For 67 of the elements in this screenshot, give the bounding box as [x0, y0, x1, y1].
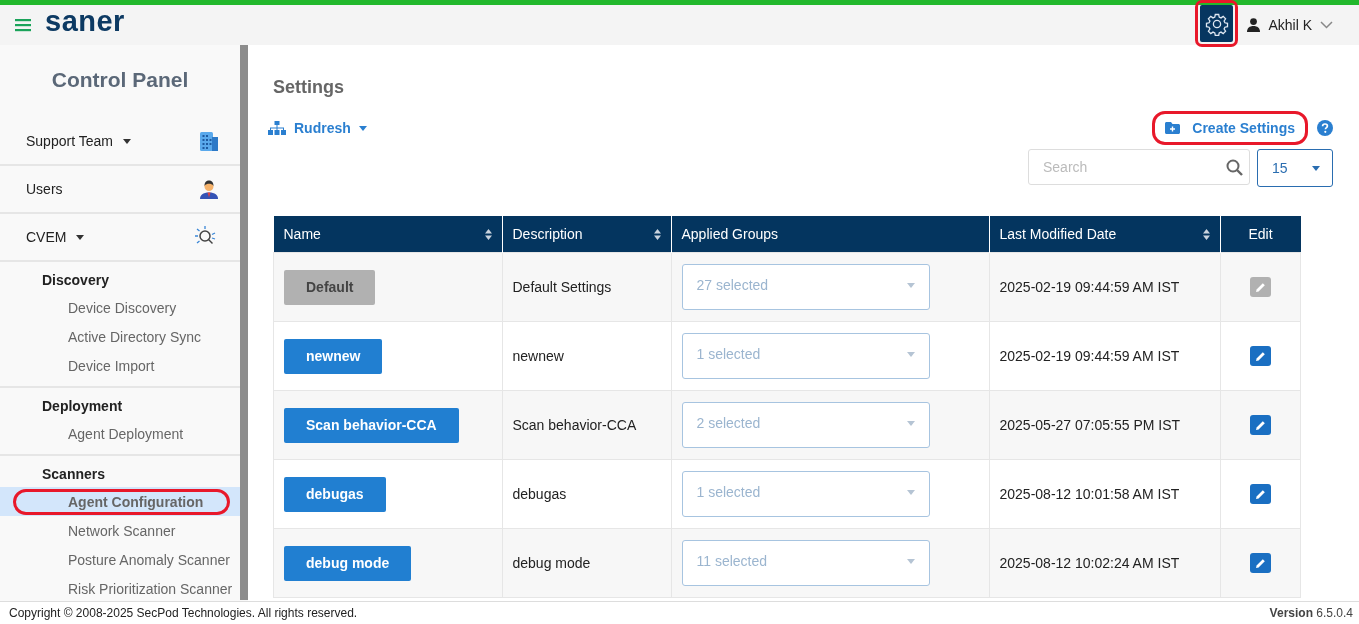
- sidebar-section-heading: Deployment: [41, 397, 124, 416]
- table-cell: newnew: [512, 348, 564, 364]
- search-icon: [1226, 159, 1243, 176]
- pencil-icon: [1254, 557, 1266, 569]
- sidebar-link[interactable]: Agent Deployment: [0, 419, 240, 448]
- copyright-text: Copyright © 2008-2025 SecPod Technologies. All rights reserved.: [9, 606, 358, 620]
- person-icon: [1247, 18, 1261, 32]
- caret-icon: [906, 559, 915, 564]
- sidebar-link[interactable]: Risk Prioritization Scanner: [0, 574, 240, 601]
- chevron-down-icon: [1320, 21, 1333, 29]
- pencil-icon: [1254, 281, 1266, 293]
- folder-plus-icon: [1165, 122, 1181, 134]
- scrollbar[interactable]: [240, 45, 248, 600]
- column-header[interactable]: Applied Groups: [671, 216, 989, 253]
- setting-name-button[interactable]: Scan behavior-CCA: [284, 407, 459, 443]
- column-header[interactable]: Name: [273, 216, 502, 253]
- table-cell: 2025-02-19 09:44:59 AM IST: [999, 279, 1180, 295]
- table-cell: 2025-02-19 09:44:59 AM IST: [999, 348, 1180, 364]
- column-header[interactable]: Edit: [1220, 216, 1301, 253]
- pencil-icon: [1254, 350, 1266, 362]
- pencil-icon: [1254, 488, 1266, 500]
- table-cell: 2025-05-27 07:05:55 PM IST: [999, 417, 1181, 433]
- sidebar-title: Control Panel: [50, 67, 190, 93]
- sidebar-link[interactable]: Device Import: [0, 351, 240, 380]
- column-header[interactable]: Last Modified Date: [989, 216, 1220, 253]
- building-icon: [200, 131, 218, 151]
- edit-button[interactable]: [1249, 484, 1271, 504]
- user-name: Akhil K: [1268, 17, 1312, 33]
- help-icon[interactable]: [1317, 120, 1333, 136]
- sidebar-section-heading: Scanners: [41, 465, 107, 484]
- user-avatar-icon: [200, 179, 218, 199]
- table-cell: 2025-08-12 10:02:24 AM IST: [999, 555, 1180, 571]
- table-cell: Default Settings: [512, 279, 612, 295]
- version-text: Version 6.5.0.4: [1269, 606, 1353, 620]
- caret-icon: [906, 352, 915, 357]
- logo[interactable]: saner: [45, 6, 125, 36]
- setting-name-button[interactable]: debugas: [284, 476, 386, 512]
- caret-icon: [906, 421, 915, 426]
- table-cell: debugas: [512, 486, 567, 502]
- sidebar-link[interactable]: Posture Anomaly Scanner: [0, 545, 240, 574]
- table-cell: Scan behavior-CCA: [512, 417, 637, 433]
- sidebar-link[interactable]: Device Discovery: [0, 293, 240, 322]
- table-cell: debug mode: [512, 555, 591, 571]
- user-menu[interactable]: Akhil K: [1247, 17, 1333, 33]
- edit-button[interactable]: [1249, 415, 1271, 435]
- group-selector[interactable]: Rudresh: [268, 120, 367, 136]
- search-field[interactable]: Search: [1028, 149, 1250, 185]
- pencil-icon: [1254, 419, 1266, 431]
- column-header[interactable]: Description: [502, 216, 671, 253]
- hierarchy-icon: [268, 121, 286, 135]
- sidebar-link[interactable]: Network Scanner: [0, 516, 240, 545]
- create-settings-button[interactable]: Create Settings: [1155, 114, 1305, 142]
- sidebar-link[interactable]: Agent Configuration: [0, 487, 240, 516]
- page-size-select[interactable]: 15: [1257, 149, 1333, 187]
- sidebar-section-heading: Discovery: [41, 271, 110, 290]
- setting-name-button[interactable]: debug mode: [284, 545, 412, 581]
- caret-icon: [358, 125, 367, 131]
- setting-name-button[interactable]: newnew: [284, 338, 383, 374]
- edit-button[interactable]: [1249, 346, 1271, 366]
- menu-icon[interactable]: [15, 18, 31, 32]
- edit-button[interactable]: [1249, 553, 1271, 573]
- table-cell: 2025-08-12 10:01:58 AM IST: [999, 486, 1180, 502]
- page-title: Settings: [273, 77, 345, 98]
- sidebar-link[interactable]: Active Directory Sync: [0, 322, 240, 351]
- caret-icon: [906, 283, 915, 288]
- caret-icon: [1312, 165, 1320, 171]
- caret-icon: [906, 490, 915, 495]
